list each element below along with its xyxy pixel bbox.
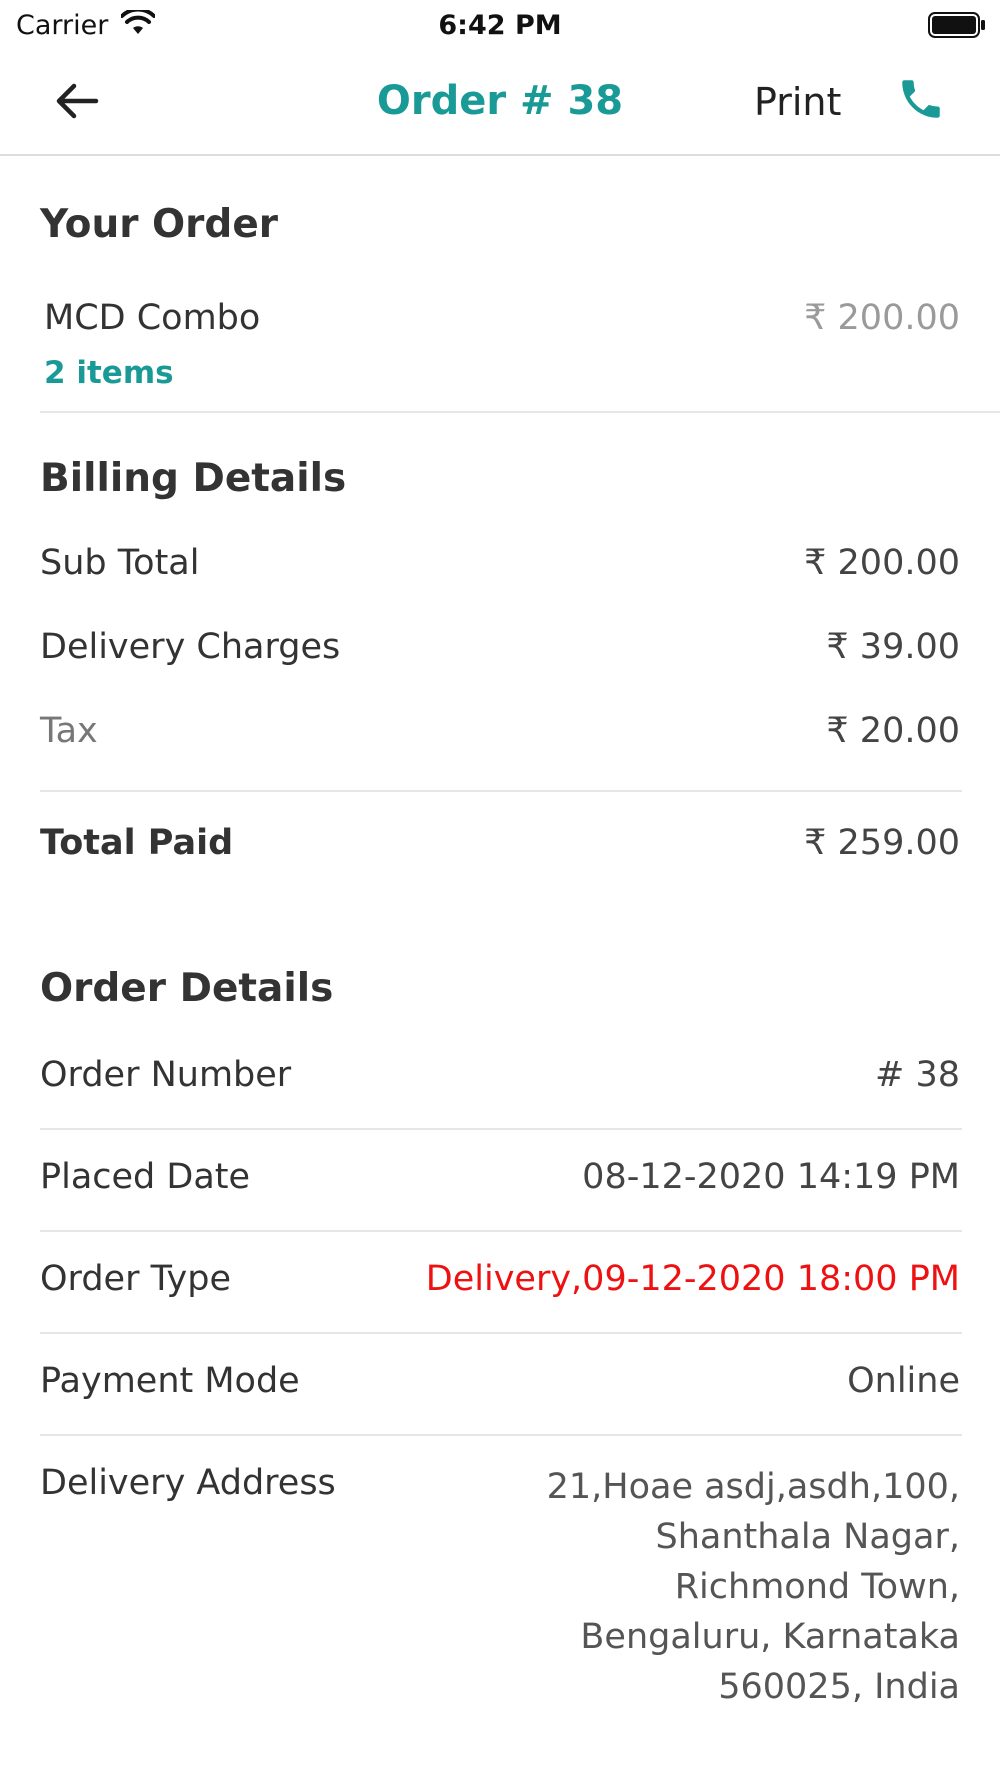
tax-label: Tax bbox=[40, 711, 98, 751]
order-item-price: ₹ 200.00 bbox=[804, 298, 960, 338]
battery-icon bbox=[928, 12, 986, 42]
order-item-name: MCD Combo bbox=[44, 298, 261, 338]
subtotal-label: Sub Total bbox=[40, 543, 200, 583]
order-details-heading: Order Details bbox=[40, 966, 334, 1011]
delivery-address-label: Delivery Address bbox=[40, 1463, 336, 1503]
placed-date-label: Placed Date bbox=[40, 1157, 251, 1197]
status-time: 6:42 PM bbox=[438, 10, 562, 41]
total-paid-label: Total Paid bbox=[40, 823, 234, 863]
divider bbox=[40, 790, 962, 792]
delivery-charges-label: Delivery Charges bbox=[40, 627, 341, 667]
address-line: 21,Hoae asdj,asdh,100, bbox=[546, 1467, 960, 1507]
navigation-bar: Order # 38 Print bbox=[0, 50, 1000, 156]
subtotal-value: ₹ 200.00 bbox=[804, 543, 960, 583]
order-number-label: Order Number bbox=[40, 1055, 292, 1095]
address-line: Richmond Town, bbox=[674, 1567, 960, 1607]
call-button[interactable] bbox=[896, 74, 946, 124]
print-button[interactable]: Print bbox=[754, 80, 841, 124]
divider bbox=[40, 1434, 962, 1436]
total-paid-value: ₹ 259.00 bbox=[804, 823, 960, 863]
address-line: 560025, India bbox=[718, 1667, 960, 1707]
address-line: Shanthala Nagar, bbox=[655, 1517, 961, 1557]
placed-date-value: 08-12-2020 14:19 PM bbox=[582, 1157, 960, 1197]
divider bbox=[40, 1128, 962, 1130]
billing-details-heading: Billing Details bbox=[40, 456, 347, 501]
order-item-count[interactable]: 2 items bbox=[44, 355, 174, 391]
delivery-address-value: 21,Hoae asdj,asdh,100, Shanthala Nagar, … bbox=[480, 1462, 960, 1712]
divider bbox=[40, 411, 1000, 413]
phone-icon bbox=[902, 80, 940, 118]
tax-value: ₹ 20.00 bbox=[826, 711, 960, 751]
divider bbox=[40, 1230, 962, 1232]
address-line: Bengaluru, Karnataka bbox=[580, 1617, 960, 1657]
payment-mode-label: Payment Mode bbox=[40, 1361, 300, 1401]
delivery-charges-value: ₹ 39.00 bbox=[826, 627, 960, 667]
order-number-value: # 38 bbox=[875, 1055, 960, 1095]
status-bar: Carrier 6:42 PM bbox=[0, 0, 1000, 50]
order-type-label: Order Type bbox=[40, 1259, 231, 1299]
your-order-heading: Your Order bbox=[40, 202, 279, 247]
payment-mode-value: Online bbox=[847, 1361, 960, 1401]
divider bbox=[40, 1332, 962, 1334]
order-type-value: Delivery,09-12-2020 18:00 PM bbox=[425, 1259, 960, 1299]
page-title: Order # 38 bbox=[376, 78, 624, 124]
